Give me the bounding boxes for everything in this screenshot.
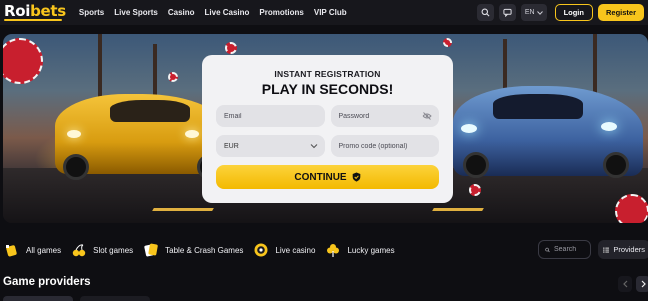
all-games-icon bbox=[4, 242, 20, 258]
language-value: EN bbox=[524, 9, 535, 16]
game-search[interactable] bbox=[538, 240, 591, 259]
shield-check-icon bbox=[352, 172, 360, 182]
car-window bbox=[110, 100, 190, 122]
continue-button[interactable]: CONTINUE bbox=[216, 165, 439, 189]
registration-card: INSTANT REGISTRATION PLAY IN SECONDS! EU… bbox=[202, 55, 453, 203]
logo-text: Roibets bbox=[4, 2, 66, 20]
chevron-right-icon bbox=[641, 280, 646, 288]
password-field[interactable] bbox=[330, 105, 439, 127]
registration-title: PLAY IN SECONDS! bbox=[261, 81, 394, 97]
car-headlight bbox=[185, 130, 199, 138]
category-label: Lucky games bbox=[347, 245, 395, 255]
car-headlight bbox=[461, 124, 477, 133]
language-selector[interactable]: EN bbox=[520, 4, 547, 21]
roibets-logo[interactable]: Roibets bbox=[4, 4, 66, 21]
category-label: Table & Crash Games bbox=[165, 245, 244, 255]
eye-off-icon[interactable] bbox=[422, 111, 432, 121]
chat-icon bbox=[503, 8, 512, 17]
page: Roibets Sports Live Sports Casino Live C… bbox=[0, 0, 648, 301]
register-button[interactable]: Register bbox=[597, 4, 644, 21]
promo-code-field[interactable] bbox=[330, 135, 439, 157]
casino-chip bbox=[443, 38, 452, 47]
casino-chip bbox=[168, 72, 178, 82]
casino-chip bbox=[469, 184, 481, 196]
category-label: All games bbox=[26, 245, 62, 255]
registration-row-credentials bbox=[216, 105, 439, 127]
casino-chip bbox=[3, 38, 43, 84]
providers-prev-button[interactable] bbox=[618, 276, 632, 292]
nav-sports[interactable]: Sports bbox=[74, 8, 109, 17]
car-headlight bbox=[67, 130, 81, 138]
nav-casino[interactable]: Casino bbox=[163, 8, 200, 17]
category-slot-games[interactable]: Slot games bbox=[71, 242, 133, 258]
category-all-games[interactable]: All games bbox=[4, 242, 61, 258]
currency-value: EUR bbox=[224, 142, 239, 150]
car-window bbox=[493, 94, 583, 119]
casino-chip bbox=[225, 42, 237, 54]
chat-button[interactable] bbox=[498, 4, 516, 21]
category-label: Live casino bbox=[275, 245, 316, 255]
list-icon bbox=[603, 247, 610, 253]
providers-label: Providers bbox=[613, 245, 645, 254]
car-wheel bbox=[603, 152, 629, 178]
main-nav: Sports Live Sports Casino Live Casino Pr… bbox=[74, 8, 352, 17]
category-live-casino[interactable]: Live casino bbox=[253, 242, 315, 258]
roulette-icon bbox=[253, 242, 269, 258]
nav-live-sports[interactable]: Live Sports bbox=[109, 8, 163, 17]
road-line bbox=[432, 208, 484, 211]
continue-label: CONTINUE bbox=[294, 171, 347, 183]
palm-tree bbox=[593, 34, 597, 99]
chevron-down-icon bbox=[310, 144, 317, 149]
promo-code-input[interactable] bbox=[338, 142, 431, 150]
game-providers-title: Game providers bbox=[3, 276, 91, 288]
nav-promotions[interactable]: Promotions bbox=[254, 8, 308, 17]
cards-icon bbox=[143, 242, 159, 258]
car-wheel bbox=[63, 154, 89, 180]
car-wheel bbox=[463, 152, 489, 178]
category-table-crash-games[interactable]: Table & Crash Games bbox=[143, 242, 243, 258]
provider-card[interactable] bbox=[80, 296, 150, 301]
email-field[interactable] bbox=[216, 105, 325, 127]
search-button[interactable] bbox=[476, 4, 494, 21]
game-search-input[interactable] bbox=[554, 246, 584, 253]
clover-icon bbox=[325, 242, 341, 258]
search-icon bbox=[545, 247, 550, 252]
nav-live-casino[interactable]: Live Casino bbox=[200, 8, 255, 17]
chevron-left-icon bbox=[622, 280, 627, 288]
providers-button[interactable]: Providers bbox=[598, 240, 648, 259]
provider-card[interactable] bbox=[3, 296, 73, 301]
category-lucky-games[interactable]: Lucky games bbox=[325, 242, 395, 258]
category-bar: All games Slot games Table & Crash Games… bbox=[0, 238, 648, 262]
nav-vip-club[interactable]: VIP Club bbox=[309, 8, 352, 17]
chevron-down-icon bbox=[536, 10, 543, 15]
registration-kicker: INSTANT REGISTRATION bbox=[274, 69, 381, 79]
password-input[interactable] bbox=[338, 112, 431, 120]
email-input[interactable] bbox=[224, 112, 317, 120]
logo-underline bbox=[4, 19, 62, 21]
car-headlight bbox=[601, 122, 617, 131]
road-line bbox=[152, 208, 214, 211]
providers-next-button[interactable] bbox=[636, 276, 648, 292]
header-actions: EN Login Register bbox=[476, 4, 644, 21]
category-label: Slot games bbox=[93, 245, 134, 255]
cherries-icon bbox=[71, 242, 87, 258]
search-icon bbox=[481, 8, 490, 17]
registration-row-currency: EUR bbox=[216, 135, 439, 157]
login-button[interactable]: Login bbox=[554, 4, 593, 21]
casino-chip bbox=[615, 194, 648, 223]
top-header: Roibets Sports Live Sports Casino Live C… bbox=[0, 0, 648, 25]
currency-select[interactable]: EUR bbox=[216, 135, 325, 157]
blue-car bbox=[453, 86, 643, 178]
